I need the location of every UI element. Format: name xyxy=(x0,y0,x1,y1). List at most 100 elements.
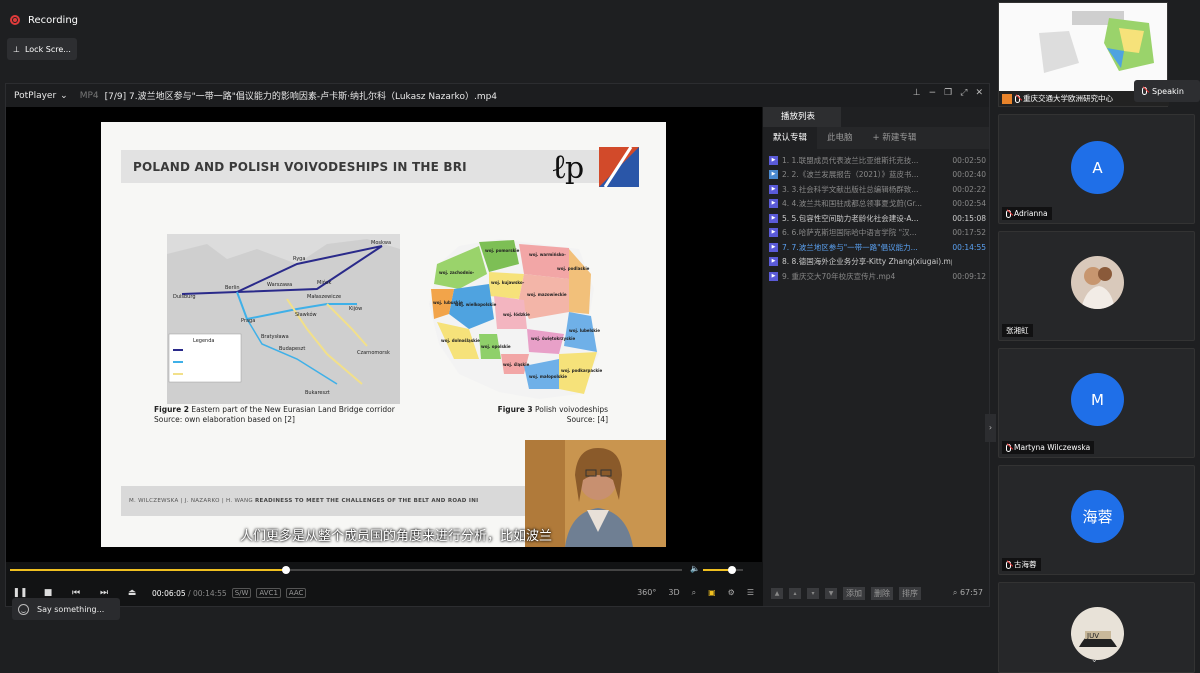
university-logo: ℓ p xyxy=(551,146,639,188)
video-file-icon: ▶ xyxy=(769,184,778,194)
search-subtitle-icon[interactable]: ⌕ xyxy=(692,588,696,598)
participant-tile[interactable]: M Martyna Wilczewska xyxy=(998,348,1195,458)
svg-text:woj. dolnośląskie: woj. dolnośląskie xyxy=(441,338,480,343)
tag-audio[interactable]: AAC xyxy=(285,588,307,598)
svg-text:Czarnomorsk: Czarnomorsk xyxy=(357,350,390,356)
document-icon: ▶ xyxy=(769,170,778,180)
participant-tile[interactable]: 海蓉 古海蓉 xyxy=(998,465,1195,575)
delete-button[interactable]: 删除 xyxy=(871,586,893,600)
move-down-icon[interactable]: ▾ xyxy=(807,587,819,599)
vr-360-button[interactable]: 360° xyxy=(637,588,656,598)
move-bottom-icon[interactable]: ▼ xyxy=(825,587,837,599)
video-file-icon: ▶ xyxy=(769,242,778,252)
volume-slider[interactable] xyxy=(703,566,743,574)
tab-default-album[interactable]: 默认专辑 xyxy=(763,127,818,149)
playlist-item-duration: 00:02:22 xyxy=(952,184,986,194)
avatar xyxy=(1071,256,1124,309)
svg-text:Kijów: Kijów xyxy=(349,305,362,312)
avatar: JUV xyxy=(1071,607,1124,660)
avatar: A xyxy=(1071,141,1124,194)
svg-text:Małaszewicze: Małaszewicze xyxy=(307,294,341,300)
pin-icon[interactable]: ⊥ xyxy=(913,88,921,98)
participant-name: 张湘虹 xyxy=(1006,326,1029,335)
minimize-icon[interactable]: − xyxy=(929,88,937,98)
tab-new-album[interactable]: + 新建专辑 xyxy=(863,127,927,149)
move-top-icon[interactable]: ▲ xyxy=(771,587,783,599)
time-current: 00:06:05 xyxy=(152,588,186,598)
playlist-item-name: 9. 重庆交大70年校庆宣传片.mp4 xyxy=(782,271,896,281)
figure-2-source: Source: own elaboration based on [2] xyxy=(154,415,295,424)
playlist-item[interactable]: ▶ 5. 5.包容性空间助力老龄化社会建设-A... 00:15:08 xyxy=(763,211,989,226)
playlist-item-name: 7. 7.波兰地区参与"一带一路"倡议能力... xyxy=(782,242,918,252)
playlist-item[interactable]: ▶ 7. 7.波兰地区参与"一带一路"倡议能力... 00:14:55 xyxy=(763,240,989,255)
tag-codec[interactable]: AVC1 xyxy=(256,588,281,598)
participant-name: Martyna Wilczewska xyxy=(1014,443,1091,452)
move-up-icon[interactable]: ▴ xyxy=(789,587,801,599)
add-button[interactable]: 添加 xyxy=(843,586,865,600)
recording-label: Recording xyxy=(28,14,79,26)
speaking-indicator: Speakin xyxy=(1134,80,1200,102)
playlist-item[interactable]: ▶ 1. 1.联盟成员代表波兰比亚维斯托克技... 00:02:50 xyxy=(763,153,989,168)
avatar: 海蓉 xyxy=(1071,490,1124,543)
legend-title: Legenda xyxy=(193,338,214,344)
volume-icon[interactable]: 🔈 xyxy=(690,564,700,573)
player-menu-button[interactable]: PotPlayer ⌄ xyxy=(6,91,76,101)
playlist-item-duration: 00:02:50 xyxy=(952,155,986,165)
volume-handle[interactable] xyxy=(727,566,736,574)
3d-button[interactable]: 3D xyxy=(668,588,679,598)
seek-track[interactable] xyxy=(10,566,682,574)
figure-3-text: Polish voivodeships xyxy=(535,405,608,414)
tab-this-pc[interactable]: 此电脑 xyxy=(817,127,863,149)
playlist-item[interactable]: ▶ 3. 3.社会科学文献出版社总编辑杨群致... 00:02:22 xyxy=(763,182,989,197)
playlist-item-duration: 00:14:55 xyxy=(952,242,986,252)
player-titlebar[interactable]: PotPlayer ⌄ MP4 [7/9] 7.波兰地区参与"一带一路"倡议能力… xyxy=(6,84,989,107)
playlist-header: 播放列表 xyxy=(763,107,841,127)
seek-handle[interactable] xyxy=(281,566,290,574)
mic-muted-icon xyxy=(1006,443,1011,452)
next-icon[interactable]: ⏭ xyxy=(90,588,118,598)
time-separator: / xyxy=(188,588,191,598)
svg-text:JUV: JUV xyxy=(1086,632,1099,640)
avatar: M xyxy=(1071,373,1124,426)
playlist-item[interactable]: ▶ 2. 2.《波兰发展报告（2021）》蓝皮书... 00:02:40 xyxy=(763,168,989,183)
user-icon xyxy=(1002,93,1012,104)
playlist-total-time: 67:57 xyxy=(959,588,983,597)
svg-text:woj. małopolskie: woj. małopolskie xyxy=(529,374,567,379)
seek-progress xyxy=(10,569,286,571)
fullscreen-icon[interactable]: ⤢ xyxy=(960,88,967,98)
lock-screen-button[interactable]: ⊥ Lock Scre... xyxy=(7,38,77,60)
playlist-item-name: 6. 6.哈萨克斯坦国际哈中语言学院 "汉... xyxy=(782,228,917,238)
close-icon[interactable]: ✕ xyxy=(975,88,983,98)
subtitle-icon[interactable]: ▣ xyxy=(708,588,716,598)
playlist-item[interactable]: ▶ 9. 重庆交大70年校庆宣传片.mp4 00:09:12 xyxy=(763,269,989,284)
svg-text:woj. pomorskie: woj. pomorskie xyxy=(485,248,520,253)
stop-icon[interactable]: ■ xyxy=(34,588,62,598)
eject-icon[interactable]: ⏏ xyxy=(118,588,146,598)
svg-text:woj. śląskie: woj. śląskie xyxy=(503,362,530,367)
recording-indicator[interactable]: Recording xyxy=(10,10,78,30)
seek-bar[interactable]: 🔈 xyxy=(6,562,762,578)
presentation-slide: POLAND AND POLISH VOIVODESHIPS IN THE BR… xyxy=(101,122,666,547)
pause-icon[interactable]: ❚❚ xyxy=(6,588,34,598)
video-area[interactable]: POLAND AND POLISH VOIVODESHIPS IN THE BR… xyxy=(6,107,762,562)
svg-text:woj. podlaskie: woj. podlaskie xyxy=(557,266,590,271)
menu-icon[interactable]: ☰ xyxy=(747,588,754,598)
playlist-item[interactable]: ▶ 8. 8.德国海外企业务分享-Kitty Zhang(xiugai).mp4 xyxy=(763,255,989,270)
sort-button[interactable]: 排序 xyxy=(899,586,921,600)
chat-input[interactable]: Say something... xyxy=(12,598,120,620)
participant-tile[interactable]: JUV ⌄ xyxy=(998,582,1195,673)
tag-sw[interactable]: S/W xyxy=(231,588,252,598)
svg-text:woj. łódzkie: woj. łódzkie xyxy=(503,312,530,317)
playlist-item[interactable]: ▶ 6. 6.哈萨克斯坦国际哈中语言学院 "汉... 00:17:52 xyxy=(763,226,989,241)
participant-tile[interactable]: A Adrianna xyxy=(998,114,1195,224)
emoji-icon[interactable] xyxy=(18,603,29,615)
previous-icon[interactable]: ⏮ xyxy=(62,588,90,598)
participant-tile[interactable]: 张湘虹 xyxy=(998,231,1195,341)
gear-icon[interactable]: ⚙ xyxy=(728,588,735,598)
collapse-playlist-icon[interactable]: › xyxy=(985,414,996,442)
restore-icon[interactable]: ❐ xyxy=(944,88,952,98)
playlist-item-duration: 00:09:12 xyxy=(952,271,986,281)
subtitle-text: 人们更多是从整个成员国的角度来进行分析，比如波兰 xyxy=(239,529,552,544)
chevron-down-icon[interactable]: ⌄ xyxy=(1091,655,1098,664)
playlist-item[interactable]: ▶ 4. 4.波兰共和国驻成都总领事夏戈蔚(Gr... 00:02:54 xyxy=(763,197,989,212)
